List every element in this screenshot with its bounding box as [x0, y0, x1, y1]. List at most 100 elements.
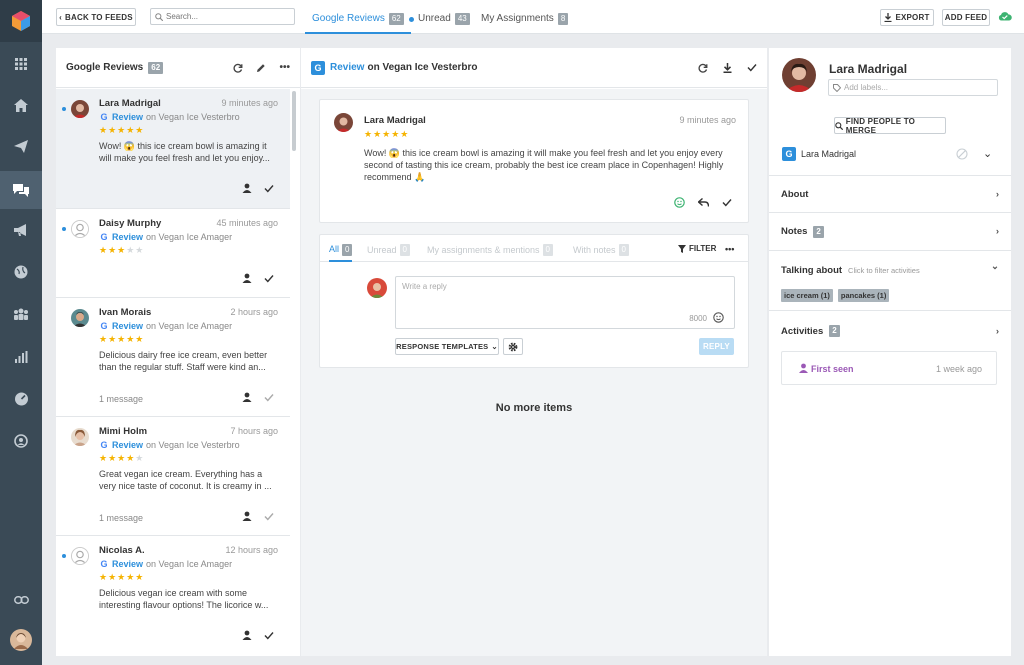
- search-input[interactable]: [166, 12, 286, 21]
- back-to-feeds-button[interactable]: ‹ BACK TO FEEDS: [56, 8, 136, 26]
- check-icon[interactable]: [747, 63, 757, 72]
- feed-item[interactable]: Mimi Holm 7 hours ago G Review on Vegan Ic…: [56, 417, 290, 536]
- subtab-with-notes[interactable]: With notes 0: [573, 244, 629, 256]
- reply-button[interactable]: REPLY: [699, 338, 734, 355]
- first-seen-time: 1 week ago: [935, 364, 982, 374]
- about-section[interactable]: About ›: [769, 175, 1011, 213]
- review-author: Lara Madrigal: [364, 115, 426, 126]
- subtab-all[interactable]: All 0: [329, 244, 353, 262]
- home-icon[interactable]: [0, 89, 42, 121]
- assign-user-icon[interactable]: [242, 630, 252, 643]
- more-icon[interactable]: •••: [279, 62, 290, 73]
- block-icon[interactable]: [956, 148, 968, 163]
- settings-button[interactable]: [503, 338, 523, 355]
- user-avatar[interactable]: [0, 624, 42, 656]
- subtab-my-assignments[interactable]: My assignments & mentions 0: [427, 244, 553, 256]
- feed-item[interactable]: Nicolas A. 12 hours ago G Review on Vegan …: [56, 536, 290, 656]
- assign-user-icon[interactable]: [242, 183, 252, 196]
- dashboard-icon[interactable]: [0, 383, 42, 415]
- labels-input[interactable]: Add labels...: [828, 79, 998, 96]
- link-icon[interactable]: [0, 584, 42, 616]
- review-snippet: Delicious vegan ice cream with some inte…: [99, 588, 269, 610]
- find-people-to-merge-button[interactable]: FIND PEOPLE TO MERGE: [834, 117, 946, 135]
- filter-icon: [678, 244, 686, 253]
- edit-icon[interactable]: [256, 63, 266, 73]
- support-icon[interactable]: [0, 425, 42, 457]
- chevron-right-icon: ›: [995, 188, 999, 200]
- chevron-left-icon: ‹: [59, 12, 63, 22]
- topic-tag[interactable]: ice cream (1): [781, 289, 833, 302]
- first-seen-card: First seen 1 week ago: [781, 351, 997, 385]
- topic-tag[interactable]: pancakes (1): [837, 289, 890, 302]
- google-icon: G: [100, 232, 108, 242]
- megaphone-icon[interactable]: [0, 214, 42, 246]
- apps-icon[interactable]: [0, 48, 42, 80]
- assign-user-icon[interactable]: [242, 392, 252, 405]
- bar-chart-icon[interactable]: [0, 341, 42, 373]
- cloud-sync-icon[interactable]: [998, 11, 1012, 21]
- more-icon[interactable]: •••: [725, 244, 734, 254]
- check-icon[interactable]: [264, 393, 274, 405]
- chevron-down-icon[interactable]: ⌄: [983, 147, 992, 160]
- check-icon[interactable]: [264, 184, 274, 196]
- review-snippet: Wow! 😱 this ice cream bowl is amazing it…: [99, 141, 270, 163]
- add-feed-button[interactable]: ADD FEED: [942, 9, 990, 26]
- people-icon[interactable]: [0, 298, 42, 330]
- check-icon[interactable]: [264, 512, 274, 524]
- profile-name: Lara Madrigal: [829, 62, 908, 76]
- feed-item[interactable]: Ivan Morais 2 hours ago G Review on Vegan …: [56, 298, 290, 417]
- google-icon: G: [311, 60, 325, 75]
- chevron-down-icon[interactable]: ⌄: [991, 261, 999, 272]
- profile-avatar: [782, 58, 816, 92]
- check-icon[interactable]: [264, 274, 274, 286]
- feed-item[interactable]: Lara Madrigal 9 minutes ago G Review on Ve…: [56, 89, 290, 209]
- assign-user-icon[interactable]: [242, 511, 252, 524]
- review-time: 9 minutes ago: [679, 115, 736, 125]
- tab-google-reviews[interactable]: Google Reviews 62: [305, 8, 411, 34]
- check-icon[interactable]: [722, 198, 732, 210]
- tag-icon: [833, 83, 841, 92]
- user-avatar: [367, 278, 387, 298]
- filter-button[interactable]: FILTER: [678, 244, 716, 253]
- avatar: [71, 547, 89, 565]
- refresh-icon[interactable]: [698, 63, 708, 73]
- avatar: [71, 428, 89, 446]
- gear-icon: [508, 342, 518, 351]
- scrollbar-thumb[interactable]: [292, 91, 296, 151]
- unread-indicator: [62, 227, 66, 231]
- app-logo[interactable]: [0, 0, 42, 42]
- activities-section[interactable]: Activities 2 ›: [769, 311, 1011, 351]
- send-icon[interactable]: [0, 130, 42, 162]
- tab-my-assignments[interactable]: My Assignments 8: [481, 8, 569, 34]
- google-icon: G: [100, 112, 108, 122]
- emoji-icon[interactable]: [713, 312, 724, 326]
- refresh-icon[interactable]: [233, 63, 243, 73]
- notes-section[interactable]: Notes 2 ›: [769, 213, 1011, 251]
- reply-icon[interactable]: [697, 197, 710, 210]
- chevron-right-icon: ›: [995, 325, 999, 337]
- sentiment-positive-icon[interactable]: [674, 197, 685, 211]
- search-icon: [835, 121, 843, 130]
- feed-item[interactable]: Daisy Murphy 45 minutes ago G Review on Ve…: [56, 209, 290, 298]
- export-button[interactable]: EXPORT: [880, 9, 934, 26]
- empty-state-label: No more items: [495, 402, 573, 414]
- reply-box[interactable]: Write a reply 8000: [395, 276, 735, 329]
- globe-icon[interactable]: [0, 256, 42, 288]
- star-rating: ★★★★★: [99, 334, 145, 344]
- search-box[interactable]: [150, 8, 295, 25]
- review-card: Lara Madrigal 9 minutes ago ★★★★★ Wow! 😱…: [319, 99, 749, 223]
- star-rating: ★★★★★: [99, 572, 145, 582]
- google-icon: G: [782, 147, 796, 161]
- message-count: 1 message: [99, 513, 144, 523]
- reply-input[interactable]: Write a reply: [402, 282, 447, 291]
- assign-user-icon[interactable]: [242, 273, 252, 286]
- response-templates-button[interactable]: RESPONSE TEMPLATES ⌄: [395, 338, 499, 355]
- message-count: 1 message: [99, 394, 144, 404]
- avatar: [71, 220, 89, 238]
- inbox-icon[interactable]: [0, 171, 42, 209]
- tab-unread[interactable]: Unread 43: [409, 8, 470, 34]
- subtab-unread[interactable]: Unread 0: [367, 244, 410, 256]
- download-icon[interactable]: [723, 62, 732, 73]
- check-icon[interactable]: [264, 631, 274, 643]
- feed-panel-header: Google Reviews 62 •••: [56, 48, 300, 88]
